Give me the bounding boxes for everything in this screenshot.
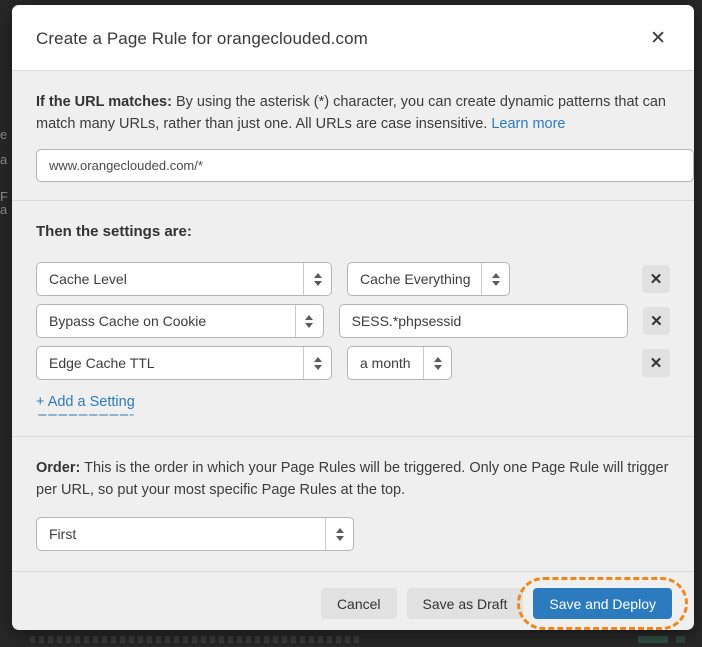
add-setting-link[interactable]: + Add a Setting [36,394,135,410]
create-page-rule-modal: Create a Page Rule for orangeclouded.com… [12,5,694,630]
select-stepper-icon [295,305,323,337]
settings-rows: Cache Level Cache Everything ✕ Bypass Ca… [24,262,682,380]
remove-setting-icon[interactable]: ✕ [642,265,670,293]
order-select[interactable]: First [36,517,354,551]
remove-setting-icon[interactable]: ✕ [642,349,670,377]
modal-footer: Cancel Save as Draft Save and Deploy [12,572,694,630]
select-stepper-icon [303,347,331,379]
url-pattern-input[interactable] [36,149,694,182]
url-match-label: If the URL matches: [36,94,172,110]
setting-value-input[interactable] [339,304,628,338]
url-match-section: If the URL matches: By using the asteris… [12,71,694,201]
order-section: Order: This is the order in which your P… [12,437,694,572]
close-icon[interactable]: ✕ [644,27,672,50]
add-setting-dashed-underline [37,414,134,416]
select-stepper-icon [481,263,509,295]
background-text-fragment: F [0,190,11,203]
remove-setting-icon[interactable]: ✕ [643,307,670,335]
learn-more-link[interactable]: Learn more [491,116,565,132]
modal-title: Create a Page Rule for orangeclouded.com [36,29,368,49]
save-as-draft-button[interactable]: Save as Draft [407,588,524,619]
background-widget-fragment [638,636,668,643]
background-widget-fragment [676,636,685,643]
background-text-fragment: e [0,128,11,141]
setting-row: Bypass Cache on Cookie ✕ [36,304,670,338]
order-label: Order: [36,460,80,476]
setting-value-select[interactable]: Cache Everything [347,262,510,296]
screen: e a F a Create a Page Rule for orangeclo… [0,0,702,647]
settings-heading: Then the settings are: [24,221,682,240]
setting-value-select[interactable]: a month [347,346,452,380]
setting-row: Cache Level Cache Everything ✕ [36,262,670,296]
setting-type-select[interactable]: Cache Level [36,262,332,296]
background-statusbar-smudge [30,636,360,643]
select-stepper-icon [423,347,451,379]
save-and-deploy-wrap: Save and Deploy [533,588,672,619]
cancel-button[interactable]: Cancel [321,588,397,619]
background-text-fragment: a [0,203,11,216]
save-and-deploy-button[interactable]: Save and Deploy [533,588,672,619]
modal-header: Create a Page Rule for orangeclouded.com… [12,5,694,71]
setting-type-select[interactable]: Bypass Cache on Cookie [36,304,324,338]
url-match-description: If the URL matches: By using the asteris… [24,91,682,135]
background-text-fragment: a [0,153,11,166]
settings-section: Then the settings are: Cache Level Cache… [12,201,694,437]
order-description: Order: This is the order in which your P… [24,457,682,501]
select-stepper-icon [303,263,331,295]
setting-type-select[interactable]: Edge Cache TTL [36,346,332,380]
select-stepper-icon [325,518,353,550]
setting-row: Edge Cache TTL a month ✕ [36,346,670,380]
